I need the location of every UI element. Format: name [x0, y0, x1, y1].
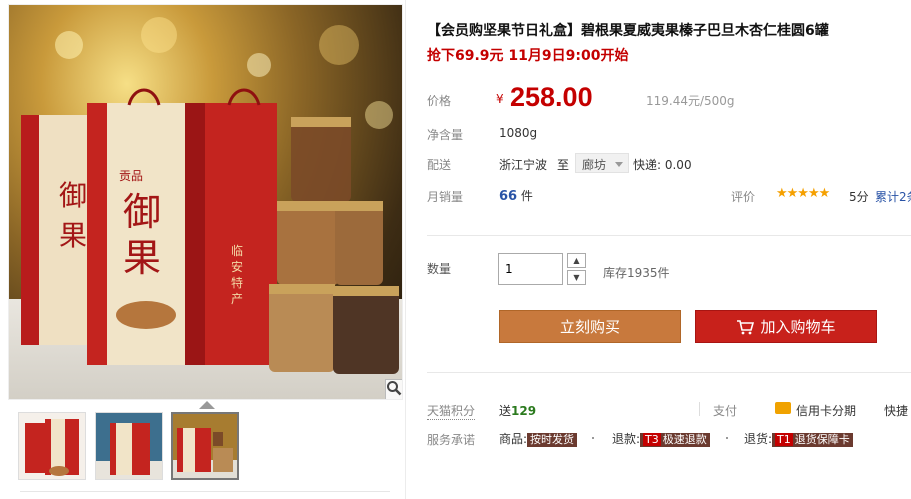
product-title: 【会员购坚果节日礼盒】碧根果夏威夷果榛子巴旦木杏仁桂圆6罐: [427, 23, 829, 39]
service-code: T1: [775, 433, 793, 446]
svg-text:贡品: 贡品: [119, 169, 143, 183]
separator-dot: [592, 437, 594, 439]
credit-installment-link[interactable]: 信用卡分期: [796, 402, 856, 419]
stock-count: 库存1935件: [603, 266, 670, 280]
product-info-panel: 【会员购坚果节日礼盒】碧根果夏威夷果榛子巴旦木杏仁桂圆6罐 抢下69.9元 11…: [410, 0, 911, 499]
chevron-down-icon: [615, 162, 624, 167]
quantity-input[interactable]: [498, 253, 563, 285]
rating-score: 5分: [849, 190, 869, 204]
svg-text:果: 果: [59, 219, 87, 252]
service-label: 服务承诺: [427, 433, 476, 447]
quantity-label: 数量: [427, 262, 452, 276]
gallery-divider: [20, 491, 390, 492]
sales-value: 66 件: [499, 187, 533, 204]
thumbnail-pointer: [199, 401, 215, 409]
sales-count: 66: [499, 189, 518, 204]
service-tag-label: 按时发货: [530, 433, 575, 446]
thumbnail-2[interactable]: [95, 412, 163, 480]
currency-symbol: ¥: [496, 92, 504, 106]
gift-box-illustration: 御 果 贡品 御 果 临 安 特 产: [21, 17, 399, 374]
points-label[interactable]: 天猫积分: [427, 402, 476, 420]
shipping-label: 配送: [427, 158, 452, 172]
service-tag: T1 退货保障卡: [772, 433, 853, 447]
thumbnail-3[interactable]: [171, 412, 239, 480]
cart-icon: [737, 319, 755, 334]
product-gallery: 御 果 贡品 御 果 临 安 特 产: [0, 0, 410, 499]
vertical-divider: [405, 0, 406, 499]
svg-text:临: 临: [231, 244, 243, 258]
separator-dot: [726, 437, 728, 439]
service-item[interactable]: 商品: 按时发货: [499, 430, 578, 447]
divider: [699, 402, 700, 416]
payment-label: 支付: [713, 404, 738, 418]
promo-text: 抢下69.9元 11月9日9:00开始: [427, 48, 629, 64]
price-value: 258.00: [510, 82, 593, 112]
service-tag-label: 极速退款: [662, 433, 707, 446]
destination-select[interactable]: 廊坊: [575, 153, 630, 173]
destination-value: 廊坊: [582, 158, 607, 172]
svg-text:特: 特: [231, 275, 243, 290]
shipping-fee: 快递: 0.00: [633, 158, 692, 172]
sales-unit: 件: [520, 189, 533, 203]
service-prefix: 退款:: [612, 432, 641, 446]
zoom-button[interactable]: [385, 379, 402, 399]
credit-card-icon: [775, 402, 791, 414]
review-count-link[interactable]: 累计2条: [875, 188, 911, 205]
points-prefix: 送: [499, 404, 512, 418]
rating-label: 评价: [731, 190, 756, 204]
weight-value: 1080g: [499, 126, 538, 140]
buy-now-button[interactable]: 立刻购买: [499, 310, 681, 343]
svg-text:御: 御: [59, 179, 87, 212]
svg-text:产: 产: [231, 292, 243, 306]
thumbnail-image: [96, 413, 162, 479]
magnifier-icon: [387, 381, 402, 396]
svg-text:安: 安: [231, 259, 243, 274]
chevron-down-icon: ▼: [573, 273, 580, 282]
service-tag-label: 退货保障卡: [794, 433, 850, 446]
add-to-cart-label: 加入购物车: [760, 318, 836, 336]
price-label: 价格: [427, 94, 452, 108]
service-item[interactable]: 退货: T1 退货保障卡: [744, 430, 853, 447]
service-prefix: 退货:: [744, 432, 773, 446]
ship-from: 浙江宁波: [499, 158, 548, 172]
service-prefix: 商品:: [499, 432, 528, 446]
chevron-up-icon: ▲: [573, 256, 580, 265]
divider: [427, 235, 911, 236]
add-to-cart-button[interactable]: 加入购物车: [695, 310, 877, 343]
thumbnail-image: [19, 413, 85, 479]
service-tag: 按时发货: [527, 433, 578, 447]
star-rating-icon: ★★★★★: [776, 186, 830, 201]
points-number: 129: [511, 404, 537, 418]
ship-to-word: 至: [557, 158, 570, 172]
quantity-decrease-button[interactable]: ▼: [567, 270, 586, 285]
svg-text:果: 果: [123, 236, 161, 280]
unit-price: 119.44元/500g: [646, 94, 735, 108]
svg-text:御: 御: [123, 190, 161, 234]
service-tag: T3 极速退款: [640, 433, 710, 447]
main-product-image[interactable]: 御 果 贡品 御 果 临 安 特 产: [8, 4, 403, 400]
weight-label: 净含量: [427, 128, 464, 142]
thumbnail-image: [173, 414, 237, 478]
divider: [427, 372, 911, 373]
quantity-increase-button[interactable]: ▲: [567, 253, 586, 268]
service-code: T3: [643, 433, 661, 446]
service-item[interactable]: 退款: T3 极速退款: [612, 430, 710, 447]
sales-label: 月销量: [427, 190, 464, 204]
points-value: 送129: [499, 402, 536, 419]
thumbnail-1[interactable]: [18, 412, 86, 480]
quick-pay-link[interactable]: 快捷: [884, 402, 908, 419]
